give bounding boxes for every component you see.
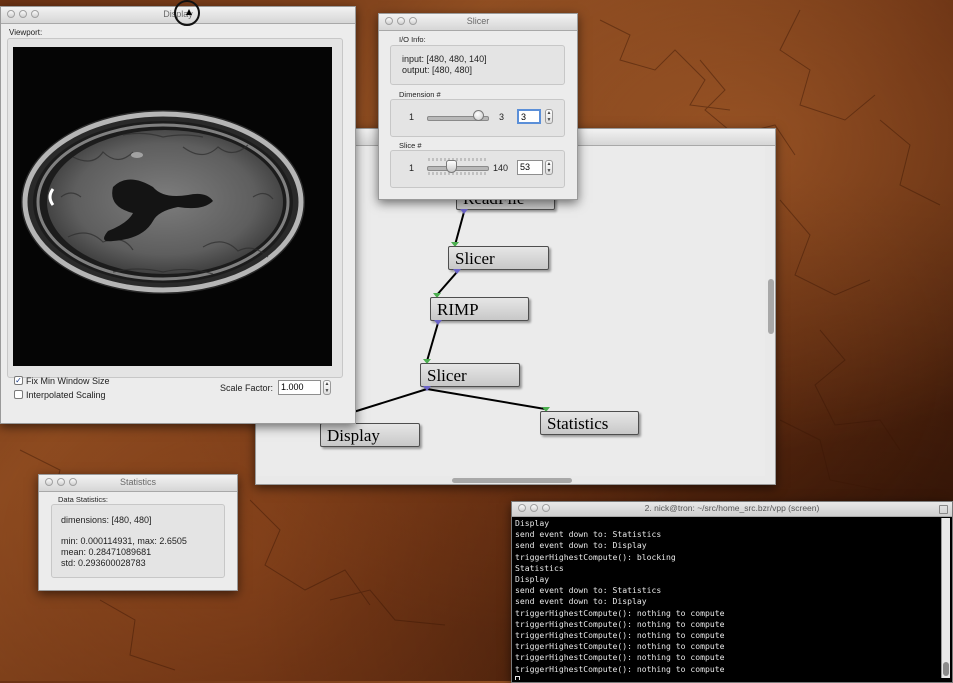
node-slicer-2[interactable]: Slicer [420, 363, 520, 387]
node-slicer2-output-port[interactable] [423, 386, 431, 391]
stat-mean: mean: 0.28471089681 [61, 547, 152, 557]
statistics-titlebar[interactable]: Statistics [39, 475, 237, 492]
interpolated-scaling-checkbox[interactable] [14, 390, 23, 399]
dimension-stepper[interactable]: ▲ ▼ [545, 109, 553, 124]
node-rimp[interactable]: RIMP [430, 297, 529, 321]
terminal-line: send event down to: Display [515, 540, 647, 551]
slicer-window-title: Slicer [466, 16, 490, 26]
edge-readfile-slicer [454, 211, 465, 246]
mouse-pointer-icon [186, 9, 192, 15]
terminal-line: triggerHighestCompute(): nothing to comp… [515, 630, 725, 641]
edge-rimp-slicer [426, 322, 439, 362]
terminal-line: send event down to: Statistics [515, 529, 662, 540]
io-info-label: I/O Info: [399, 35, 426, 44]
mri-brain-image [21, 110, 305, 294]
slice-min-label: 1 [409, 163, 415, 173]
slicer-titlebar[interactable]: Slicer [379, 14, 577, 31]
terminal-scrollbar[interactable] [941, 518, 950, 678]
stat-minmax: min: 0.000114931, max: 2.6505 [61, 536, 187, 546]
node-readfile-output-port[interactable] [460, 209, 468, 214]
terminal-line: triggerHighestCompute(): nothing to comp… [515, 663, 725, 674]
node-statistics-label: Statistics [547, 414, 609, 433]
node-rimp-output-port[interactable] [434, 320, 442, 325]
dimension-field[interactable]: 3 [517, 109, 541, 124]
pipeline-vertical-scrollbar[interactable] [768, 279, 774, 334]
dimension-max-label: 3 [499, 112, 505, 122]
terminal-titlebar[interactable]: 2. nick@tron: ~/src/home_src.bzr/vpp (sc… [512, 502, 952, 517]
terminal-line: triggerHighestCompute(): nothing to comp… [515, 641, 725, 652]
edge-slicer-display [346, 388, 428, 415]
display-window: Display Viewport: ✓ Fix Min Window Size … [0, 6, 356, 424]
node-slicer-1-label: Slicer [455, 249, 495, 268]
terminal-window: 2. nick@tron: ~/src/home_src.bzr/vpp (sc… [511, 501, 953, 683]
terminal-line: triggerHighestCompute(): nothing to comp… [515, 607, 725, 618]
statistics-window: Statistics Data Statistics: dimensions: … [38, 474, 238, 591]
slice-field[interactable]: 53 [517, 160, 543, 175]
mri-viewport[interactable] [13, 47, 332, 366]
scale-factor-label: Scale Factor: [220, 383, 274, 393]
terminal-line: triggerHighestCompute(): nothing to comp… [515, 652, 725, 663]
terminal-line: send event down to: Statistics [515, 585, 662, 596]
viewport-label: Viewport: [9, 28, 43, 37]
dimension-slider-thumb[interactable] [473, 110, 484, 121]
fix-min-window-checkbox[interactable]: ✓ [14, 376, 23, 385]
stat-std: std: 0.293600028783 [61, 558, 146, 568]
io-input-text: input: [480, 480, 140] [402, 54, 487, 64]
terminal-output[interactable]: Display send event down to: Statistics s… [515, 518, 939, 680]
edge-slicer-statistics [426, 388, 546, 410]
terminal-line: Display [515, 574, 550, 585]
node-slicer1-output-port[interactable] [453, 269, 461, 274]
slice-stepper[interactable]: ▲ ▼ [545, 160, 553, 175]
terminal-line: Statistics [515, 562, 564, 573]
pipeline-horizontal-scrollbar[interactable] [452, 478, 572, 483]
statistics-window-title: Statistics [119, 477, 156, 487]
stat-dimensions: dimensions: [480, 480] [61, 515, 152, 525]
scale-factor-stepper[interactable]: ▲ ▼ [323, 380, 331, 395]
resize-icon[interactable] [939, 505, 948, 514]
node-statistics[interactable]: Statistics [540, 411, 639, 435]
slice-slider-track[interactable] [427, 166, 489, 171]
scale-factor-field[interactable]: 1.000 [278, 380, 321, 395]
terminal-window-title: 2. nick@tron: ~/src/home_src.bzr/vpp (sc… [644, 503, 820, 513]
interpolated-scaling-label: Interpolated Scaling [26, 390, 106, 400]
node-slicer-1[interactable]: Slicer [448, 246, 549, 270]
fix-min-window-label: Fix Min Window Size [26, 376, 110, 386]
data-statistics-label: Data Statistics: [58, 495, 109, 504]
io-output-text: output: [480, 480] [402, 65, 473, 75]
terminal-cursor [515, 675, 520, 680]
terminal-scroll-thumb[interactable] [943, 662, 949, 676]
node-display-label: Display [327, 426, 380, 445]
slicer-window: Slicer I/O Info: input: [480, 480, 140] … [378, 13, 578, 200]
terminal-line: triggerHighestCompute(): blocking [515, 551, 676, 562]
terminal-line: triggerHighestCompute(): nothing to comp… [515, 618, 725, 629]
node-slicer-2-label: Slicer [427, 366, 467, 385]
slice-slider-thumb[interactable] [446, 160, 457, 173]
terminal-line: send event down to: Display [515, 596, 647, 607]
slice-label: Slice # [399, 141, 422, 150]
dimension-label: Dimension # [399, 90, 441, 99]
terminal-line: Display [515, 518, 550, 528]
node-rimp-label: RIMP [437, 300, 479, 319]
dimension-min-label: 1 [409, 112, 415, 122]
node-display[interactable]: Display [320, 423, 420, 447]
slice-max-label: 140 [493, 163, 509, 173]
